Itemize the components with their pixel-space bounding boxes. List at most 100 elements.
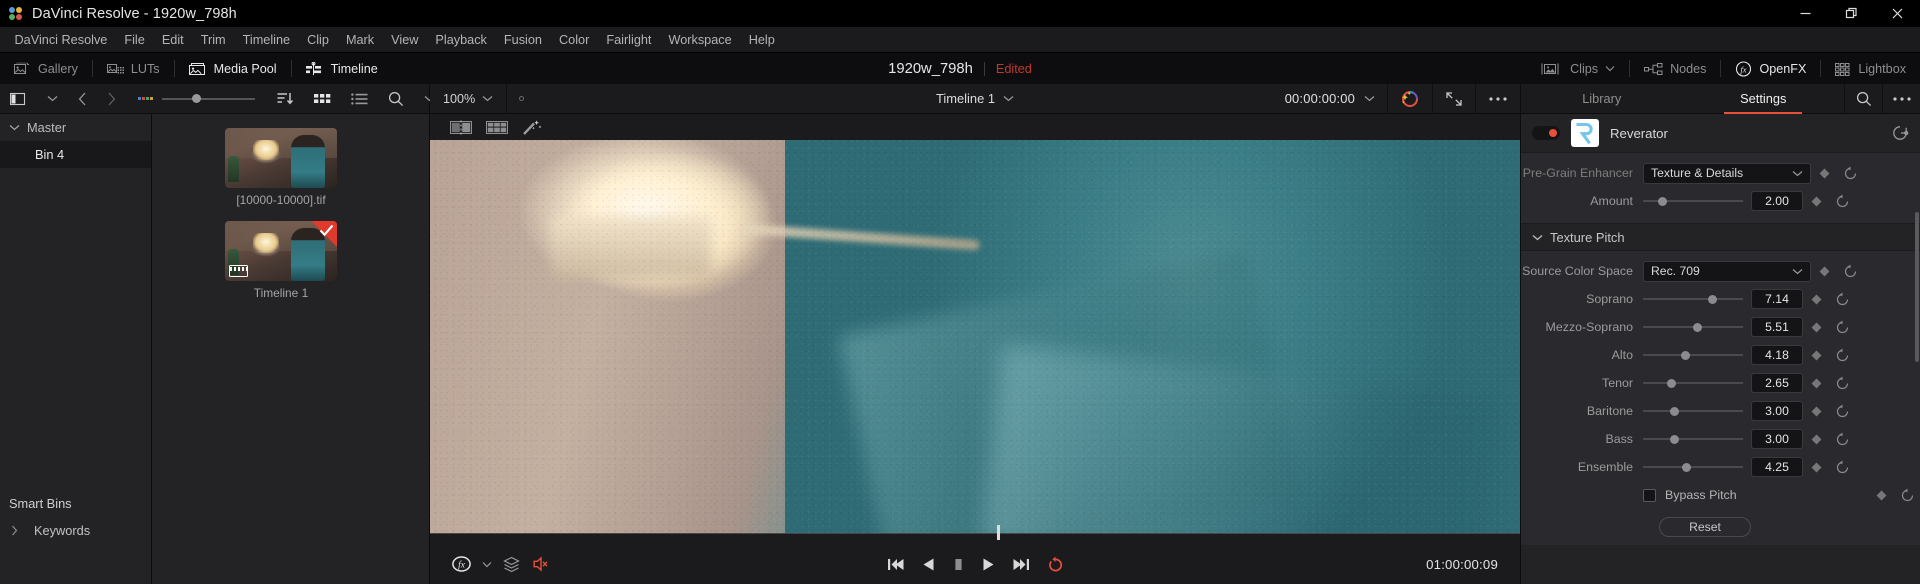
chevron-down-icon[interactable] — [1003, 95, 1014, 102]
tab-settings[interactable]: Settings — [1683, 84, 1845, 114]
param-slider[interactable] — [1643, 374, 1743, 392]
reset-param-button[interactable] — [1837, 166, 1863, 181]
close-button[interactable] — [1874, 0, 1920, 27]
slider-knob[interactable] — [1666, 378, 1676, 388]
keyframe-button[interactable] — [1803, 406, 1829, 416]
param-slider[interactable] — [1643, 402, 1743, 420]
reset-param-button[interactable] — [1837, 264, 1863, 279]
param-slider[interactable] — [1643, 346, 1743, 364]
stop-button[interactable] — [952, 557, 965, 572]
forward-button[interactable] — [97, 84, 126, 114]
reset-param-button[interactable] — [1829, 320, 1855, 335]
bypass-pitch-checkbox[interactable] — [1643, 488, 1656, 502]
slider-knob[interactable] — [1670, 434, 1680, 444]
menu-item-file[interactable]: File — [116, 27, 153, 53]
grid-view-button[interactable] — [304, 84, 341, 114]
param-value[interactable]: 4.25 — [1751, 457, 1803, 477]
menu-item-trim[interactable]: Trim — [192, 27, 234, 53]
slider-track[interactable] — [161, 94, 255, 103]
lightbox-button[interactable]: Lightbox — [1821, 53, 1920, 84]
menu-item-edit[interactable]: Edit — [153, 27, 192, 53]
keyframe-button[interactable] — [1811, 168, 1837, 178]
param-slider[interactable] — [1643, 430, 1743, 448]
param-value[interactable]: 5.51 — [1751, 317, 1803, 337]
menu-item-color[interactable]: Color — [551, 27, 598, 53]
inspector-scrollbar[interactable] — [1915, 212, 1919, 362]
gallery-button[interactable]: Gallery — [0, 53, 92, 84]
amount-value[interactable]: 2.00 — [1751, 191, 1803, 211]
effect-enable-toggle[interactable] — [1532, 126, 1560, 140]
menu-item-clip[interactable]: Clip — [299, 27, 338, 53]
source-color-space-dropdown[interactable]: Rec. 709 — [1643, 260, 1811, 282]
menu-item-timeline[interactable]: Timeline — [234, 27, 298, 53]
param-value[interactable]: 4.18 — [1751, 345, 1803, 365]
keyframe-button[interactable] — [1803, 462, 1829, 472]
slider-knob[interactable] — [192, 94, 202, 103]
reset-param-button[interactable] — [1829, 404, 1855, 419]
clip-item-timeline[interactable]: Timeline 1 — [225, 221, 337, 300]
reset-all-button[interactable] — [1891, 124, 1909, 142]
viewer-options-button[interactable] — [1475, 83, 1520, 114]
clip-thumbnail[interactable] — [225, 128, 337, 188]
minimize-button[interactable] — [1782, 0, 1828, 27]
slider-knob[interactable] — [1658, 196, 1668, 206]
texture-pitch-disclosure[interactable]: Texture Pitch — [1521, 224, 1920, 250]
fullscreen-button[interactable] — [1432, 83, 1475, 114]
keyframe-button[interactable] — [1803, 434, 1829, 444]
param-slider[interactable] — [1643, 290, 1743, 308]
menu-item-fairlight[interactable]: Fairlight — [598, 27, 660, 53]
clip-item-tif[interactable]: [10000-10000].tif — [225, 128, 337, 207]
bin-item-bin-4[interactable]: Bin 4 — [0, 141, 151, 168]
param-value[interactable]: 7.14 — [1751, 289, 1803, 309]
magic-wand-icon[interactable] — [522, 119, 542, 136]
slider-knob[interactable] — [1681, 350, 1691, 360]
slider-knob[interactable] — [1670, 406, 1680, 416]
reset-param-button[interactable] — [1829, 292, 1855, 307]
search-button[interactable] — [378, 84, 414, 114]
smart-bin-keywords[interactable]: Keywords — [0, 517, 151, 544]
nodes-button[interactable]: Nodes — [1630, 53, 1720, 84]
slider-knob[interactable] — [1693, 322, 1703, 332]
loop-button[interactable] — [1047, 556, 1064, 573]
slider-knob[interactable] — [1682, 462, 1692, 472]
grid-overlay-button[interactable] — [486, 120, 508, 135]
inspector-scroll-area[interactable]: Pre-Grain Enhancer Texture & Details Amo… — [1521, 152, 1920, 584]
reset-param-button[interactable] — [1829, 432, 1855, 447]
keyframe-button[interactable] — [1803, 322, 1829, 332]
jump-to-start-button[interactable] — [887, 557, 905, 572]
keyframe-button[interactable] — [1868, 490, 1894, 500]
reset-param-button[interactable] — [1829, 460, 1855, 475]
reset-param-button[interactable] — [1829, 194, 1855, 209]
bin-master[interactable]: Master — [0, 114, 151, 141]
magic-wand-button[interactable] — [1387, 83, 1432, 114]
keyframe-button[interactable] — [1803, 294, 1829, 304]
reset-param-button[interactable] — [1829, 348, 1855, 363]
param-slider[interactable] — [1643, 458, 1743, 476]
clips-button[interactable]: Clips — [1525, 53, 1629, 84]
play-reverse-button[interactable] — [922, 557, 935, 572]
reset-param-button[interactable] — [1829, 376, 1855, 391]
pre-grain-enhancer-dropdown[interactable]: Texture & Details — [1643, 162, 1811, 184]
openfx-button[interactable]: fx OpenFX — [1721, 53, 1820, 84]
scrubber-track[interactable] — [430, 522, 1520, 544]
menu-item-view[interactable]: View — [383, 27, 427, 53]
keyframe-button[interactable] — [1803, 350, 1829, 360]
maximize-button[interactable] — [1828, 0, 1874, 27]
back-button[interactable] — [68, 84, 97, 114]
menu-item-davinci-resolve[interactable]: DaVinci Resolve — [6, 27, 116, 53]
keyframe-button[interactable] — [1803, 196, 1829, 206]
menu-item-fusion[interactable]: Fusion — [495, 27, 550, 53]
menu-item-mark[interactable]: Mark — [337, 27, 382, 53]
clip-thumbnail[interactable] — [225, 221, 337, 281]
slider-knob[interactable] — [1707, 294, 1717, 304]
menu-item-playback[interactable]: Playback — [427, 27, 495, 53]
reset-button[interactable]: Reset — [1659, 517, 1751, 537]
playhead[interactable] — [997, 525, 1001, 540]
timeline-button[interactable]: Timeline — [292, 53, 392, 84]
list-view-button[interactable] — [341, 84, 378, 114]
sidebar-toggle-chevron-down-icon[interactable] — [37, 84, 68, 114]
keyframe-button[interactable] — [1811, 266, 1837, 276]
sort-button[interactable] — [267, 84, 304, 114]
menu-item-help[interactable]: Help — [740, 27, 783, 53]
param-slider[interactable] — [1643, 318, 1743, 336]
